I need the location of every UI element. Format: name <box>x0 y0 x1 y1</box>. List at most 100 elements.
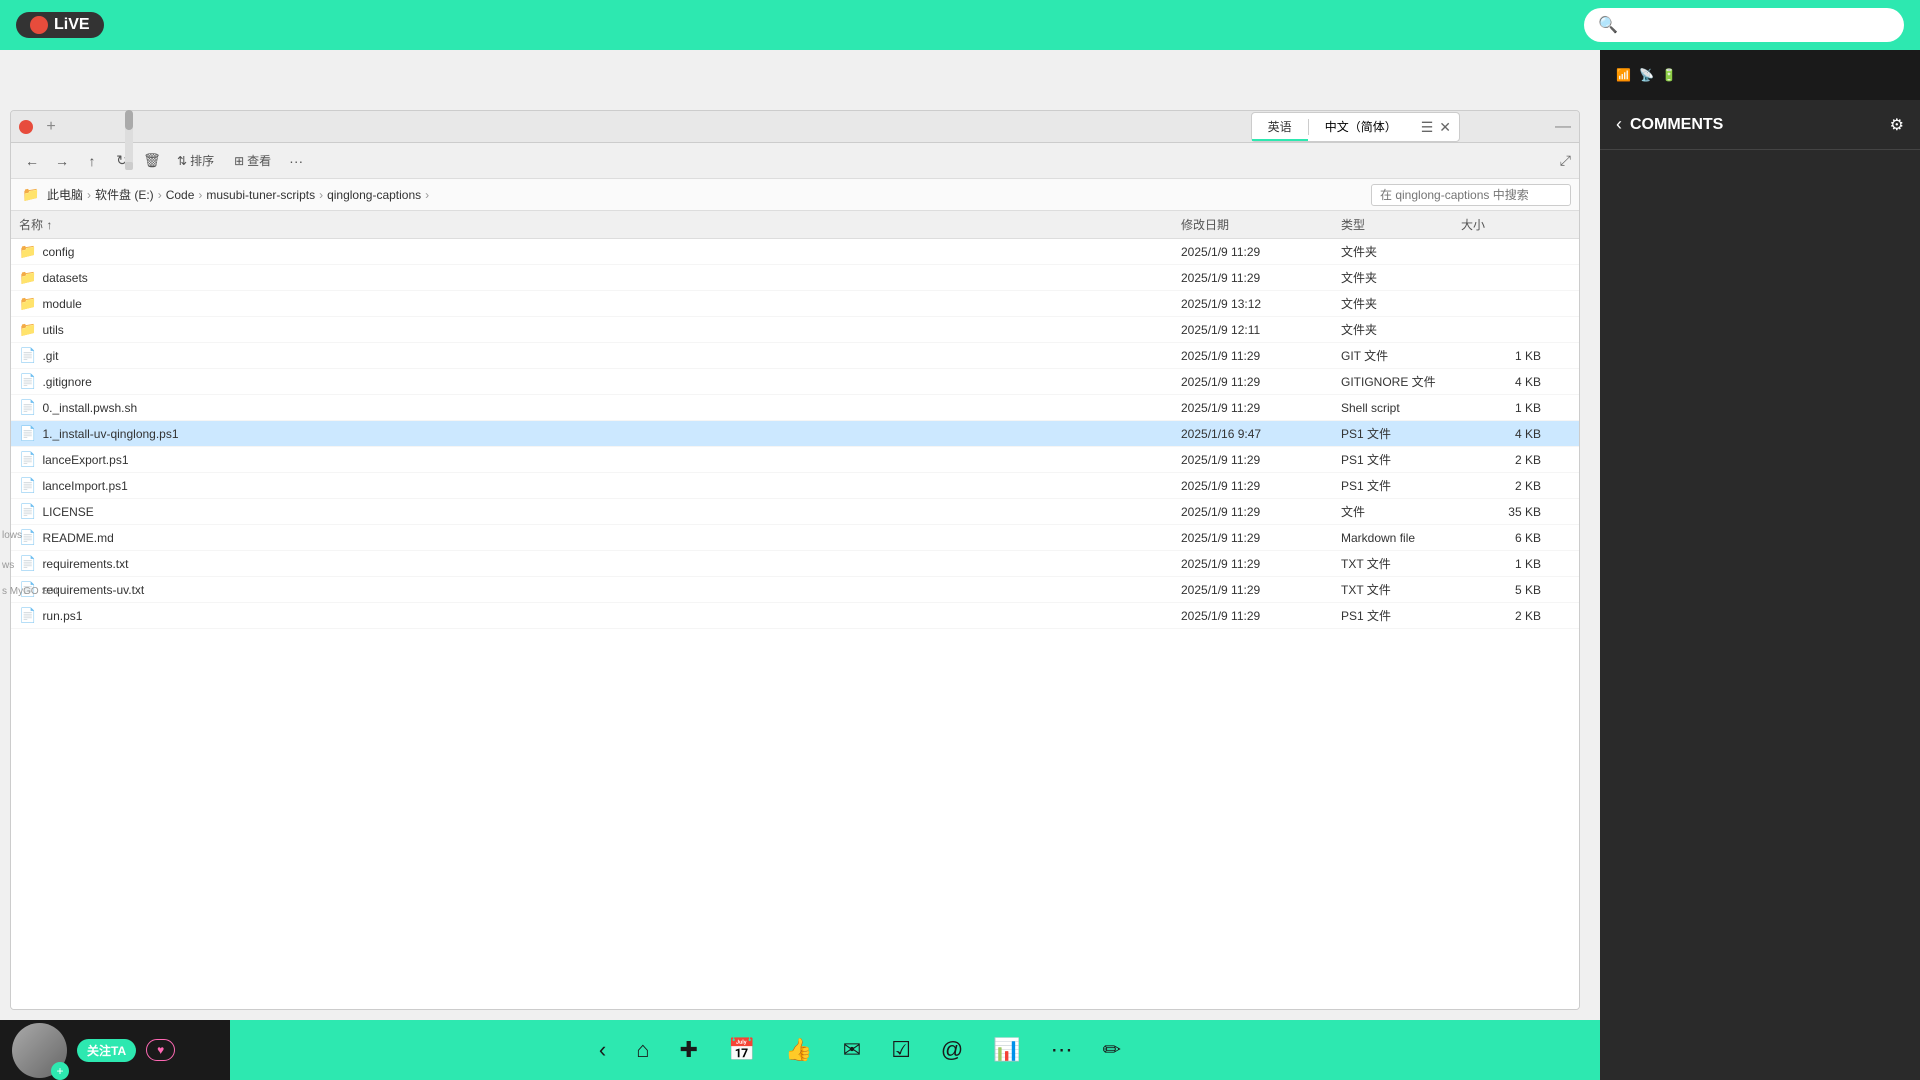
nav-delete-button[interactable]: 🗑 <box>139 148 165 174</box>
file-name: 📄 .git <box>19 347 1181 364</box>
nav-back-arrow[interactable]: ‹ <box>599 1037 606 1063</box>
view-icon: ⊞ <box>234 154 244 168</box>
add-follow-button[interactable]: + <box>51 1062 69 1080</box>
live-badge[interactable]: LiVE <box>16 12 104 38</box>
comments-title: COMMENTS <box>1630 116 1882 134</box>
col-type: 类型 <box>1341 216 1461 233</box>
avatar-container: + <box>12 1023 67 1078</box>
translation-tab-chinese[interactable]: 中文（简体） <box>1309 113 1413 141</box>
breadcrumb-drive[interactable]: 软件盘 (E:) <box>95 186 154 203</box>
nav-up-button[interactable]: ↑ <box>79 148 105 174</box>
follow-button[interactable]: 关注TA <box>77 1039 136 1062</box>
file-name: 📄 1._install-uv-qinglong.ps1 <box>19 425 1181 442</box>
nav-mail-icon[interactable]: ✉ <box>843 1037 861 1063</box>
breadcrumb-musubi[interactable]: musubi-tuner-scripts <box>206 188 315 202</box>
file-list: 📁 config 2025/1/9 11:29 文件夹 📁 datasets 2… <box>11 239 1579 1009</box>
nav-edit-icon[interactable]: ✏ <box>1103 1037 1121 1063</box>
file-toolbar: ← → ↑ ↻ 🗑 ⇅ 排序 ⊞ 查看 ··· ⤢ <box>11 143 1579 179</box>
nav-thumbsup-icon[interactable]: 👍 <box>785 1037 812 1063</box>
table-row[interactable]: 📁 datasets 2025/1/9 11:29 文件夹 <box>11 265 1579 291</box>
nav-back-button[interactable]: ← <box>19 148 45 174</box>
file-name: 📄 lanceExport.ps1 <box>19 451 1181 468</box>
ws-label: ws <box>2 560 14 571</box>
table-row[interactable]: 📁 config 2025/1/9 11:29 文件夹 <box>11 239 1579 265</box>
nav-at-icon[interactable]: @ <box>941 1037 963 1063</box>
file-name: 📁 datasets <box>19 269 1181 286</box>
table-row[interactable]: 📁 utils 2025/1/9 12:11 文件夹 <box>11 317 1579 343</box>
table-row[interactable]: 📄 run.ps1 2025/1/9 11:29 PS1 文件 2 KB <box>11 603 1579 629</box>
table-row[interactable]: 📄 .git 2025/1/9 11:29 GIT 文件 1 KB <box>11 343 1579 369</box>
table-row[interactable]: 📄 requirements-uv.txt 2025/1/9 11:29 TXT… <box>11 577 1579 603</box>
file-name: 📄 README.md <box>19 529 1181 546</box>
nav-barchart-icon[interactable]: 📊 <box>993 1037 1020 1063</box>
file-name: 📄 0._install.pwsh.sh <box>19 399 1181 416</box>
breadcrumb-code[interactable]: Code <box>166 188 195 202</box>
addressbar-folder-icon[interactable]: 📁 <box>19 183 43 207</box>
file-name: 📄 .gitignore <box>19 373 1181 390</box>
search-bar-top[interactable]: 🔍 <box>1584 8 1904 42</box>
translation-tab-english[interactable]: 英语 <box>1252 113 1308 141</box>
breadcrumb-computer[interactable]: 此电脑 <box>47 186 83 203</box>
wifi-icon: 📡 <box>1639 68 1654 82</box>
comments-body <box>1600 150 1920 1080</box>
expand-icon[interactable]: ⤢ <box>1560 152 1571 169</box>
translation-icons: ☰ ✕ <box>1413 119 1459 136</box>
mygo-label: s MyGO S01 <box>2 586 59 597</box>
new-tab-button[interactable]: + <box>41 117 61 137</box>
file-name: 📄 requirements.txt <box>19 555 1181 572</box>
translation-bar: 英语 中文（简体） ☰ ✕ <box>1251 112 1460 142</box>
flows-label: lows <box>2 530 22 541</box>
table-row[interactable]: 📄 1._install-uv-qinglong.ps1 2025/1/16 9… <box>11 421 1579 447</box>
scroll-indicator[interactable] <box>125 110 133 170</box>
status-icons: 📶 📡 🔋 <box>1616 68 1677 82</box>
file-list-header: 名称 ↑ 修改日期 类型 大小 <box>11 211 1579 239</box>
table-row[interactable]: 📄 requirements.txt 2025/1/9 11:29 TXT 文件… <box>11 551 1579 577</box>
view-button[interactable]: ⊞ 查看 <box>226 148 279 174</box>
file-search-input[interactable] <box>1371 184 1571 206</box>
nav-icons-group: ‹ ⌂ ✚ 📅 👍 ✉ ☑ @ 📊 ⋯ ✏ <box>120 1037 1600 1063</box>
heart-button[interactable]: ♥ <box>146 1039 175 1061</box>
file-name: 📁 module <box>19 295 1181 312</box>
search-icon: 🔍 <box>1598 15 1618 35</box>
comments-header: ‹ COMMENTS ⚙ <box>1600 100 1920 150</box>
file-name: 📄 LICENSE <box>19 503 1181 520</box>
nav-calendar-icon[interactable]: 📅 <box>728 1037 755 1063</box>
col-size: 大小 <box>1461 216 1541 233</box>
file-name: 📄 run.ps1 <box>19 607 1181 624</box>
col-date: 修改日期 <box>1181 216 1341 233</box>
table-row[interactable]: 📁 module 2025/1/9 13:12 文件夹 <box>11 291 1579 317</box>
file-name: 📁 config <box>19 243 1181 260</box>
table-row[interactable]: 📄 lanceExport.ps1 2025/1/9 11:29 PS1 文件 … <box>11 447 1579 473</box>
top-bar: LiVE 🔍 <box>0 0 1920 50</box>
order-icon: ⇅ <box>177 154 187 168</box>
table-row[interactable]: 📄 0._install.pwsh.sh 2025/1/9 11:29 Shel… <box>11 395 1579 421</box>
more-button[interactable]: ··· <box>283 148 309 174</box>
nav-plus-icon[interactable]: ✚ <box>680 1037 698 1063</box>
view-label: 查看 <box>247 152 271 169</box>
main-content: 英语 中文（简体） ☰ ✕ + — ← → ↑ ↻ 🗑 ⇅ 排序 ⊞ <box>0 50 1600 1020</box>
nav-forward-button[interactable]: → <box>49 148 75 174</box>
breadcrumb-qinglong[interactable]: qinglong-captions <box>327 188 421 202</box>
chevron-left-icon[interactable]: ‹ <box>1616 114 1622 135</box>
right-panel-header: 📶 📡 🔋 <box>1600 50 1920 100</box>
col-name: 名称 ↑ <box>19 216 1181 233</box>
nav-more-icon[interactable]: ⋯ <box>1051 1037 1073 1063</box>
order-button[interactable]: ⇅ 排序 <box>169 148 222 174</box>
table-row[interactable]: 📄 lanceImport.ps1 2025/1/9 11:29 PS1 文件 … <box>11 473 1579 499</box>
settings-icon[interactable]: ⚙ <box>1890 115 1904 135</box>
table-row[interactable]: 📄 README.md 2025/1/9 11:29 Markdown file… <box>11 525 1579 551</box>
nav-checklist-icon[interactable]: ☑ <box>891 1037 911 1063</box>
minimize-icon[interactable]: — <box>1555 118 1571 136</box>
search-input[interactable] <box>1626 17 1890 33</box>
translation-menu-icon[interactable]: ☰ <box>1421 119 1434 136</box>
table-row[interactable]: 📄 .gitignore 2025/1/9 11:29 GITIGNORE 文件… <box>11 369 1579 395</box>
close-button[interactable] <box>19 120 33 134</box>
order-label: 排序 <box>190 152 214 169</box>
file-name: 📁 utils <box>19 321 1181 338</box>
translation-close-icon[interactable]: ✕ <box>1439 119 1451 136</box>
nav-home-icon[interactable]: ⌂ <box>636 1037 649 1063</box>
table-row[interactable]: 📄 LICENSE 2025/1/9 11:29 文件 35 KB <box>11 499 1579 525</box>
bottom-nav: bilibili ‹ ⌂ ✚ 📅 👍 ✉ ☑ @ 📊 ⋯ ✏ <box>0 1020 1600 1080</box>
horizontal-scroll-bar[interactable] <box>125 162 133 170</box>
address-bar: 📁 此电脑 › 软件盘 (E:) › Code › musubi-tuner-s… <box>11 179 1579 211</box>
